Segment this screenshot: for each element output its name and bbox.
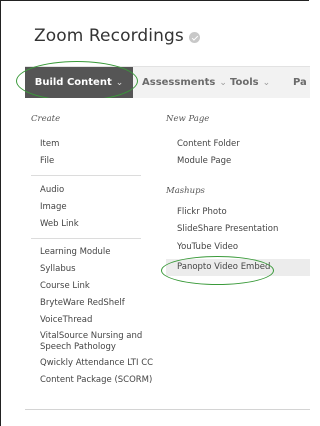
action-bar: Build Content ⌄ Assessments ⌄ Tools ⌄ Pa xyxy=(25,66,310,100)
tools-button[interactable]: Tools ⌄ xyxy=(230,67,270,99)
menu-item-content-folder[interactable]: Content Folder xyxy=(177,139,240,150)
menu-item-bryteware-redshelf[interactable]: BryteWare RedShelf xyxy=(40,298,125,309)
build-content-label: Build Content xyxy=(34,77,112,88)
mashups-heading: Mashups xyxy=(166,186,205,196)
menu-item-module-page[interactable]: Module Page xyxy=(177,156,231,167)
tools-label: Tools xyxy=(230,77,259,88)
menu-item-item[interactable]: Item xyxy=(40,139,59,150)
menu-item-content-package-scorm[interactable]: Content Package (SCORM) xyxy=(40,375,152,386)
divider xyxy=(31,238,141,239)
menu-item-youtube-video[interactable]: YouTube Video xyxy=(177,242,238,253)
check-circle-icon[interactable] xyxy=(188,31,200,43)
build-content-button[interactable]: Build Content ⌄ xyxy=(25,67,133,99)
divider xyxy=(31,175,141,176)
menu-item-course-link[interactable]: Course Link xyxy=(40,281,90,292)
menu-item-web-link[interactable]: Web Link xyxy=(40,219,79,230)
new-page-heading: New Page xyxy=(166,114,210,124)
content-area: Zoom Recordings Build Content ⌄ Assessmen… xyxy=(0,0,310,426)
menu-item-voicethread[interactable]: VoiceThread xyxy=(40,315,92,326)
menu-item-syllabus[interactable]: Syllabus xyxy=(40,264,76,275)
title-row: Zoom Recordings xyxy=(34,26,200,46)
chevron-down-icon: ⌄ xyxy=(115,78,124,88)
menu-item-vitalsource[interactable]: VitalSource Nursing and Speech Pathology xyxy=(40,331,152,353)
chevron-down-icon: ⌄ xyxy=(262,78,271,88)
menu-item-flickr-photo[interactable]: Flickr Photo xyxy=(177,207,227,218)
create-heading: Create xyxy=(31,114,61,124)
menu-item-qwickly-attendance[interactable]: Qwickly Attendance LTI CC xyxy=(40,358,153,369)
menu-item-file[interactable]: File xyxy=(40,156,54,167)
menu-item-image[interactable]: Image xyxy=(40,202,67,213)
menu-item-panopto-video-embed[interactable]: Panopto Video Embed xyxy=(166,259,310,276)
page-title: Zoom Recordings xyxy=(34,26,184,46)
chevron-down-icon: ⌄ xyxy=(219,78,227,88)
build-content-dropdown: Create Item File Audio Image Web Link Le… xyxy=(25,98,310,410)
menu-item-audio[interactable]: Audio xyxy=(40,185,64,196)
assessments-button[interactable]: Assessments ⌄ xyxy=(142,67,227,99)
menu-item-slideshare-presentation[interactable]: SlideShare Presentation xyxy=(177,224,278,235)
partial-menu-label: Pa xyxy=(293,77,307,88)
partial-menu-button[interactable]: Pa xyxy=(293,67,307,99)
assessments-label: Assessments xyxy=(142,77,216,88)
menu-item-learning-module[interactable]: Learning Module xyxy=(40,247,111,258)
